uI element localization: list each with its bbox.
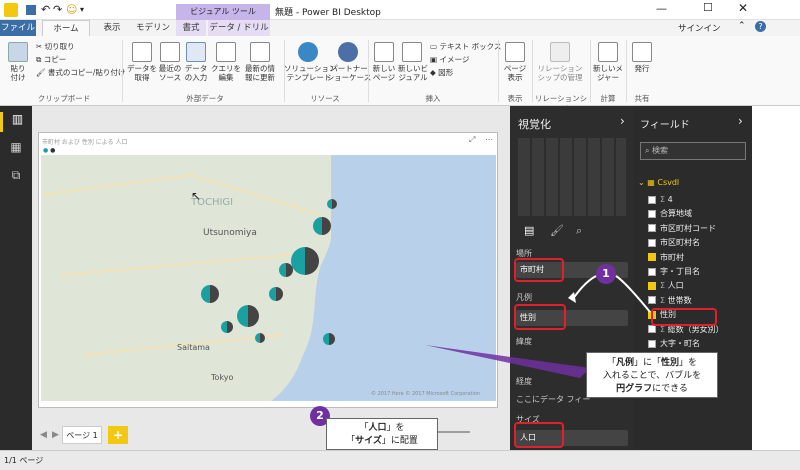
highlight-size — [514, 422, 564, 448]
highlight-location — [514, 258, 564, 282]
step-1-badge: 1 — [596, 264, 616, 284]
callout-size: 「人口」を 「サイズ」に配置 — [326, 418, 438, 450]
callout-legend-text: 「凡例」に「性別」を 入れることで、バブルを 円グラフにできる — [602, 358, 702, 394]
callout-size-text: 「人口」を 「サイズ」に配置 — [346, 423, 418, 446]
callout-legend: 「凡例」に「性別」を 入れることで、バブルを 円グラフにできる — [586, 352, 718, 398]
annotation-arrows — [425, 275, 651, 433]
highlight-legend — [514, 304, 566, 330]
highlight-field-gender — [651, 308, 717, 326]
